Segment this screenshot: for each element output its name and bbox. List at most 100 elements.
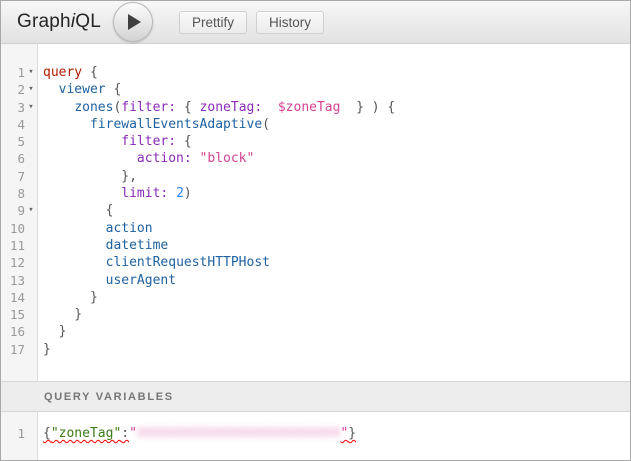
code-line: clientRequestHTTPHost: [43, 254, 630, 271]
code-line: }: [43, 289, 630, 306]
code-token: "zoneTag": [51, 426, 121, 441]
code-line: viewer {: [43, 81, 630, 98]
line-number: 5: [1, 133, 25, 150]
code-token: viewer: [59, 82, 106, 97]
code-token: [43, 100, 74, 115]
code-line: },: [43, 168, 630, 185]
execute-query-button[interactable]: [113, 2, 153, 42]
gutter-row: 6: [1, 150, 37, 167]
query-code-area[interactable]: query { viewer { zones(filter: { zoneTag…: [38, 44, 630, 381]
fold-arrow-icon[interactable]: ▾: [25, 64, 37, 81]
code-token: }: [43, 342, 51, 357]
code-token: {: [176, 100, 199, 115]
line-number: 1: [1, 425, 25, 442]
gutter-row: 7: [1, 168, 37, 185]
code-token: [43, 151, 137, 166]
code-token: datetime: [106, 238, 169, 253]
code-token: firewallEventsAdaptive: [90, 117, 262, 132]
code-token: zoneTag:: [200, 100, 263, 115]
code-token: action:: [137, 151, 192, 166]
gutter-row: 15: [1, 306, 37, 323]
gutter-row: 10: [1, 220, 37, 237]
prettify-button[interactable]: Prettify: [179, 11, 247, 34]
code-token: 2: [176, 186, 184, 201]
gutter-row: 8: [1, 185, 37, 202]
variables-line-number-gutter: 1: [1, 412, 38, 460]
line-number: 10: [1, 220, 25, 237]
gutter-row: 1▾: [1, 64, 37, 81]
gutter-row: 2▾: [1, 81, 37, 98]
line-number: 15: [1, 306, 25, 323]
code-line: firewallEventsAdaptive(: [43, 116, 630, 133]
gutter-row: 1: [1, 425, 37, 442]
code-token: [43, 238, 106, 253]
redacted-value: 00000000000000000000000000: [137, 426, 341, 441]
line-number: 6: [1, 150, 25, 167]
code-token: "block": [200, 151, 255, 166]
code-token: }: [43, 290, 98, 305]
line-number: 12: [1, 254, 25, 271]
code-line: }: [43, 341, 630, 358]
gutter-row: 14: [1, 289, 37, 306]
gutter-row: 12: [1, 254, 37, 271]
code-token: clientRequestHTTPHost: [106, 255, 270, 270]
gutter-row: 3▾: [1, 99, 37, 116]
graphiql-window: GraphiQL Prettify History 1▾2▾3▾456789▾1…: [0, 0, 631, 461]
code-line: {: [43, 202, 630, 219]
code-token: [262, 100, 278, 115]
gutter-row: 4: [1, 116, 37, 133]
variables-code-area[interactable]: {"zoneTag":"00000000000000000000000000"}: [38, 412, 630, 460]
code-token: [43, 117, 90, 132]
line-number: 16: [1, 323, 25, 340]
code-token: ": [129, 426, 137, 441]
line-number: 2: [1, 81, 25, 98]
code-token: [43, 221, 106, 236]
line-number: 13: [1, 272, 25, 289]
line-number: 17: [1, 341, 25, 358]
line-number: 14: [1, 289, 25, 306]
code-token: zones: [74, 100, 113, 115]
code-token: [43, 255, 106, 270]
fold-arrow-icon[interactable]: ▾: [25, 99, 37, 116]
variables-editor[interactable]: 1 {"zoneTag":"00000000000000000000000000…: [1, 412, 630, 460]
fold-arrow-icon[interactable]: ▾: [25, 202, 37, 219]
code-token: [43, 186, 121, 201]
code-token: userAgent: [106, 273, 176, 288]
code-token: }: [43, 324, 66, 339]
gutter-row: 9▾: [1, 202, 37, 219]
code-line: filter: {: [43, 133, 630, 150]
gutter-row: 17: [1, 341, 37, 358]
history-button[interactable]: History: [256, 11, 324, 34]
query-editor[interactable]: 1▾2▾3▾456789▾1011121314151617 query { vi…: [1, 44, 630, 381]
gutter-row: 11: [1, 237, 37, 254]
code-token: {: [176, 134, 192, 149]
code-token: },: [43, 169, 137, 184]
logo-text: QL: [75, 11, 101, 32]
code-line: }: [43, 323, 630, 340]
code-token: query: [43, 65, 82, 80]
code-line: }: [43, 306, 630, 323]
code-line: zones(filter: { zoneTag: $zoneTag } ) {: [43, 99, 630, 116]
code-token: {: [82, 65, 98, 80]
fold-arrow-icon[interactable]: ▾: [25, 81, 37, 98]
code-token: $zoneTag: [278, 100, 341, 115]
line-number: 1: [1, 64, 25, 81]
code-token: {: [106, 82, 122, 97]
code-line: datetime: [43, 237, 630, 254]
query-variables-title: QUERY VARIABLES: [44, 391, 174, 403]
code-token: {: [43, 426, 51, 441]
line-number-gutter: 1▾2▾3▾456789▾1011121314151617: [1, 44, 38, 381]
code-line: action: "block": [43, 150, 630, 167]
gutter-row: 5: [1, 133, 37, 150]
code-line: limit: 2): [43, 185, 630, 202]
play-icon: [128, 14, 141, 30]
line-number: 4: [1, 116, 25, 133]
line-number: 9: [1, 202, 25, 219]
code-line: action: [43, 220, 630, 237]
code-line: {"zoneTag":"00000000000000000000000000"}: [43, 425, 630, 442]
code-token: filter:: [121, 134, 176, 149]
query-variables-header[interactable]: QUERY VARIABLES: [1, 381, 630, 412]
gutter-row: 13: [1, 272, 37, 289]
code-token: [168, 186, 176, 201]
code-token: (: [262, 117, 270, 132]
